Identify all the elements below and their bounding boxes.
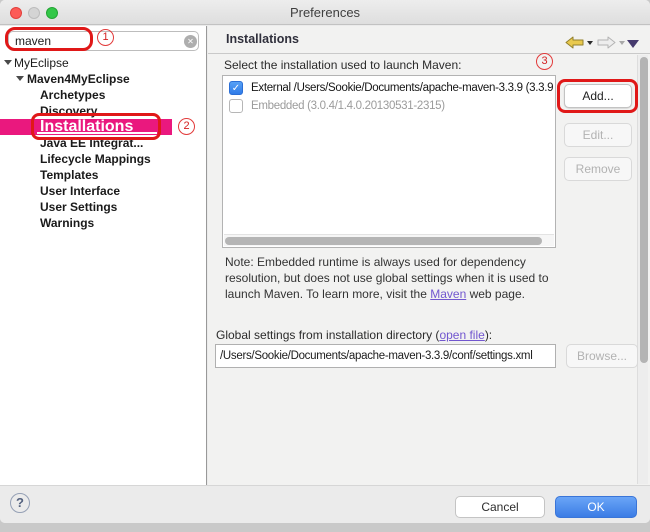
tree-item-myeclipse[interactable]: MyEclipse [0, 55, 206, 71]
tree-item-archetypes[interactable]: Archetypes [0, 87, 206, 103]
vertical-scrollbar-thumb[interactable] [640, 57, 648, 363]
maven-link[interactable]: Maven [430, 287, 466, 301]
checkbox-external[interactable]: ✓ [229, 81, 243, 95]
horizontal-scrollbar[interactable] [224, 234, 554, 246]
remove-button: Remove [564, 157, 632, 181]
window-title: Preferences [0, 0, 650, 25]
help-button[interactable]: ? [10, 493, 30, 513]
global-settings-label: Global settings from installation direct… [216, 328, 492, 342]
preferences-window: Preferences ✕ MyEclipse Maven4MyEclipse … [0, 0, 650, 523]
header-separator [208, 53, 650, 54]
disclosure-triangle-icon[interactable] [16, 76, 24, 81]
horizontal-scrollbar-thumb[interactable] [225, 237, 542, 245]
tree-item-warnings[interactable]: Warnings [0, 215, 206, 231]
page-title: Installations [226, 32, 299, 46]
ok-button[interactable]: OK [555, 496, 637, 518]
close-window-icon[interactable] [10, 7, 22, 19]
edit-button: Edit... [564, 123, 632, 147]
title-bar[interactable]: Preferences [0, 0, 650, 25]
zoom-window-icon[interactable] [46, 7, 58, 19]
embedded-runtime-note: Note: Embedded runtime is always used fo… [225, 254, 585, 302]
list-item-external[interactable]: ✓ External /Users/Sookie/Documents/apach… [227, 79, 555, 97]
view-menu-icon[interactable] [627, 40, 639, 48]
forward-icon[interactable] [597, 36, 616, 49]
forward-history-caret-icon[interactable] [619, 41, 625, 45]
disclosure-triangle-icon[interactable] [4, 60, 12, 65]
minimize-window-icon[interactable] [28, 7, 40, 19]
browse-button: Browse... [566, 344, 638, 368]
checkbox-embedded[interactable]: ✓ [229, 99, 243, 113]
list-item-embedded[interactable]: ✓ Embedded (3.0.4/1.4.0.20130531-2315) [227, 97, 555, 115]
footer-bar [0, 485, 650, 523]
select-installation-label: Select the installation used to launch M… [224, 58, 461, 72]
tree-item-user-interface[interactable]: User Interface [0, 183, 206, 199]
back-icon[interactable] [565, 36, 584, 49]
tree-item-user-settings[interactable]: User Settings [0, 199, 206, 215]
tree-item-templates[interactable]: Templates [0, 167, 206, 183]
tree-item-lifecycle-mappings[interactable]: Lifecycle Mappings [0, 151, 206, 167]
add-button[interactable]: Add... [564, 84, 632, 108]
open-file-link[interactable]: open file [439, 328, 484, 342]
global-settings-path-field[interactable] [215, 344, 556, 368]
cancel-button[interactable]: Cancel [455, 496, 545, 518]
search-clear-icon[interactable]: ✕ [184, 35, 197, 48]
search-input[interactable] [8, 31, 199, 51]
tree-item-java-ee-integration[interactable]: Java EE Integrat... [0, 135, 206, 151]
back-history-caret-icon[interactable] [587, 41, 593, 45]
tree-item-discovery[interactable]: Discovery [0, 103, 206, 119]
tree-item-maven4myeclipse[interactable]: Maven4MyEclipse [0, 71, 206, 87]
selection-underline [37, 132, 157, 134]
vertical-scrollbar[interactable] [637, 55, 648, 484]
installations-list[interactable]: ✓ External /Users/Sookie/Documents/apach… [222, 75, 556, 248]
